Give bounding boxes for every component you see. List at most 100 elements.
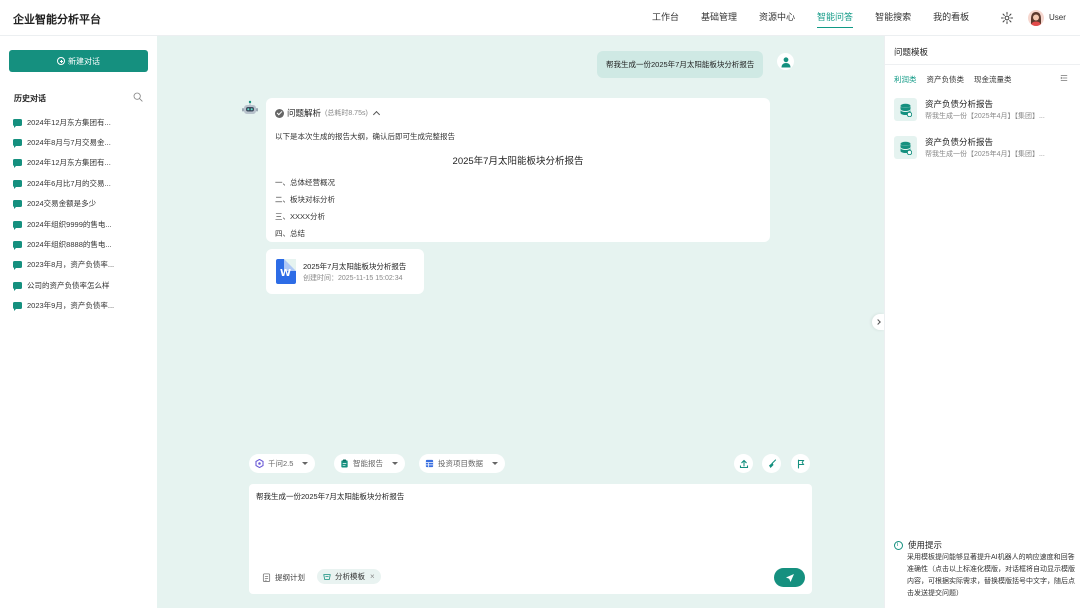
mode-select-label: 智能报告	[353, 459, 383, 468]
new-chat-button[interactable]: 新建对话	[9, 50, 148, 72]
settings-gear-icon[interactable]	[1000, 11, 1014, 25]
report-title: 2025年7月太阳能板块分析报告	[452, 156, 584, 167]
flag-icon	[797, 459, 804, 469]
report-outline: 一、总体经营概况 二、板块对标分析 三、XXXX分析 四、总结	[275, 174, 335, 242]
search-icon[interactable]	[133, 92, 143, 102]
chevron-down-icon	[302, 462, 309, 465]
close-icon[interactable]: ×	[370, 572, 375, 581]
template-name: 资产负债分析报告	[925, 99, 994, 109]
user-avatar[interactable]	[1028, 10, 1044, 26]
document-icon	[262, 573, 271, 582]
template-panel: 问题模板 利润类 资产负债类 现金流量类 资产负债分析报告 帮我生成一份【202…	[884, 36, 1080, 608]
data-source-select[interactable]: 投资项目数据	[419, 454, 505, 473]
history-item[interactable]: 2024年12月东方集团有...	[13, 153, 153, 173]
nav-smart-qa[interactable]: 智能问答	[817, 0, 854, 36]
collapse-panel-toggle[interactable]	[872, 314, 884, 330]
report-file-card[interactable]: W 2025年7月太阳能板块分析报告 创建时间：2025-11-15 15:02…	[266, 249, 424, 294]
history-item[interactable]: 2024年12月东方集团有...	[13, 112, 153, 132]
history-item[interactable]: 2023年8月，资产负债率...	[13, 255, 153, 275]
history-item[interactable]: 公司的资产负债率怎么样	[13, 275, 153, 295]
nav-workbench[interactable]: 工作台	[652, 0, 679, 36]
tab-cash-flow[interactable]: 现金流量类	[974, 74, 1012, 85]
app-title: 企业智能分析平台	[13, 14, 101, 26]
nav-resource-center[interactable]: 资源中心	[759, 0, 795, 36]
template-tabs: 利润类 资产负债类 现金流量类	[894, 74, 1022, 85]
outline-item: 二、板块对标分析	[275, 195, 335, 204]
user-message-avatar	[777, 53, 794, 70]
chat-bubble-icon	[13, 241, 22, 251]
answer-card: 问题解析 (总耗时8.75s) 以下是本次生成的报告大纲，确认后即可生成完整报告…	[266, 98, 770, 242]
history-list: 2024年12月东方集团有... 2024年8月与7月交易金... 2024年1…	[13, 112, 153, 316]
outline-plan-label: 提纲计划	[275, 573, 305, 582]
database-icon	[894, 98, 917, 121]
mode-select[interactable]: 智能报告	[334, 454, 405, 473]
list-menu-icon[interactable]	[1060, 74, 1068, 82]
file-name: 2025年7月太阳能板块分析报告	[303, 262, 407, 271]
usage-tip-text: 采用模板提问能够显著提升AI机器人的响应速度和回答准确性（点击以上标准化模版，对…	[907, 554, 1075, 597]
message-input-box[interactable]: 帮我生成一份2025年7月太阳能板块分析报告 提纲计划 分析模板 ×	[249, 484, 812, 594]
main-nav: 工作台 基础管理 资源中心 智能问答 智能搜索 我的看板	[652, 0, 991, 36]
broom-icon	[768, 458, 776, 468]
model-select[interactable]: 千问2.5	[249, 454, 316, 473]
model-select-label: 千问2.5	[268, 459, 294, 468]
history-item[interactable]: 2023年9月，资产负债率...	[13, 296, 153, 316]
database-icon	[894, 136, 917, 159]
top-bar: 企业智能分析平台 工作台 基础管理 资源中心 智能问答 智能搜索 我的看板 Us…	[0, 0, 1080, 36]
tab-profit[interactable]: 利润类	[894, 74, 917, 85]
chevron-down-icon	[392, 462, 398, 465]
model-logo-icon	[255, 459, 264, 468]
history-item[interactable]: 2024年组织8888的售电...	[13, 234, 153, 254]
chat-bubble-icon	[13, 159, 22, 169]
template-tag[interactable]: 分析模板 ×	[317, 569, 381, 584]
template-name: 资产负债分析报告	[925, 137, 994, 147]
outline-item: 四、总结	[275, 229, 305, 238]
outline-plan-button[interactable]: 提纲计划	[262, 572, 305, 583]
chat-bubble-icon	[13, 200, 22, 210]
user-name[interactable]: User	[1049, 13, 1066, 22]
chat-bubble-icon	[13, 139, 22, 149]
history-item[interactable]: 2024年6月比7月的交易...	[13, 173, 153, 193]
upload-button[interactable]	[734, 454, 753, 473]
nav-basic-management[interactable]: 基础管理	[701, 0, 737, 36]
word-document-icon: W	[276, 259, 296, 284]
input-toolbar: 千问2.5 智能报告 投资项目数据	[249, 454, 812, 474]
info-icon	[894, 540, 903, 550]
chat-bubble-icon	[13, 118, 22, 128]
tab-balance-sheet[interactable]: 资产负债类	[927, 74, 965, 85]
nav-smart-search[interactable]: 智能搜索	[875, 0, 911, 36]
history-item[interactable]: 2024年组织9999的售电...	[13, 214, 153, 234]
template-item[interactable]: 资产负债分析报告 帮我生成一份【2025年4月】【集团】...	[894, 96, 1074, 126]
answer-intro: 以下是本次生成的报告大纲，确认后即可生成完整报告	[275, 132, 455, 141]
robot-avatar-icon	[242, 100, 258, 114]
elapsed-time: (总耗时8.75s)	[325, 110, 368, 117]
database-table-icon	[425, 459, 434, 468]
template-desc: 帮我生成一份【2025年4月】【集团】...	[925, 113, 1045, 120]
message-input-text[interactable]: 帮我生成一份2025年7月太阳能板块分析报告	[256, 491, 404, 502]
clear-button[interactable]	[762, 454, 781, 473]
chat-bubble-icon	[13, 281, 22, 291]
chat-bubble-icon	[13, 179, 22, 189]
analysis-header[interactable]: 问题解析 (总耗时8.75s)	[275, 107, 380, 119]
template-desc: 帮我生成一份【2025年4月】【集团】...	[925, 151, 1045, 158]
template-item[interactable]: 资产负债分析报告 帮我生成一份【2025年4月】【集团】...	[894, 134, 1074, 164]
chevron-up-icon[interactable]	[372, 110, 380, 118]
clipboard-icon	[341, 459, 348, 468]
nav-my-dashboard[interactable]: 我的看板	[933, 0, 969, 36]
chevron-down-icon	[492, 462, 498, 465]
person-icon	[781, 56, 790, 67]
new-chat-label: 新建对话	[68, 56, 100, 66]
data-source-label: 投资项目数据	[438, 459, 483, 468]
divider	[885, 64, 1080, 65]
history-item[interactable]: 2024交易金额是多少	[13, 194, 153, 214]
usage-tip-title: 使用提示	[894, 539, 942, 551]
history-sidebar: 新建对话 历史对话 2024年12月东方集团有... 2024年8月与7月交易金…	[0, 36, 157, 608]
flag-button[interactable]	[791, 454, 810, 473]
history-title: 历史对话	[14, 94, 46, 103]
file-created-time: 创建时间：2025-11-15 15:02:34	[303, 275, 403, 282]
template-panel-title: 问题模板	[894, 47, 929, 57]
upload-icon	[739, 459, 748, 468]
chat-area: 帮我生成一份2025年7月太阳能板块分析报告 问题解析 (总耗时8.75s) 以…	[157, 36, 884, 608]
send-button[interactable]	[774, 568, 805, 587]
history-item[interactable]: 2024年8月与7月交易金...	[13, 132, 153, 152]
chat-bubble-icon	[13, 220, 22, 230]
